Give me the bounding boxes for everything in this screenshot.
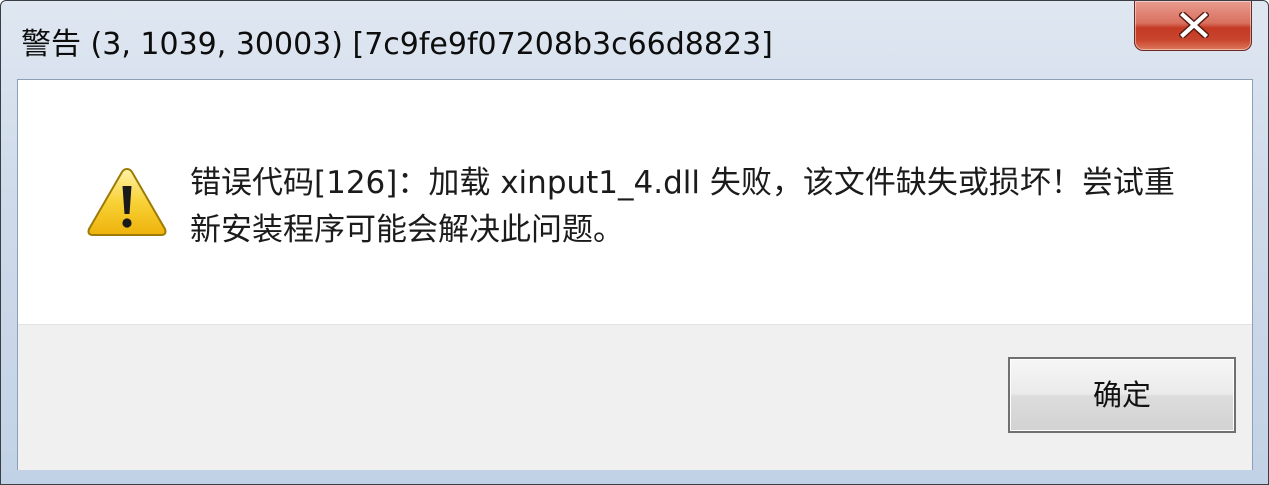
ok-button[interactable]: 确定 xyxy=(1008,357,1236,433)
dialog-client-area: 错误代码[126]：加载 xinput1_4.dll 失败，该文件缺失或损坏！尝… xyxy=(17,79,1253,470)
close-icon xyxy=(1179,12,1209,38)
title-bar[interactable]: 警告 (3, 1039, 30003) [7c9fe9f07208b3c66d8… xyxy=(1,1,1268,79)
button-bar: 确定 xyxy=(18,324,1252,470)
dialog-window: 警告 (3, 1039, 30003) [7c9fe9f07208b3c66d8… xyxy=(0,0,1269,485)
error-message: 错误代码[126]：加载 xinput1_4.dll 失败，该文件缺失或损坏！尝… xyxy=(190,165,1175,248)
window-title: 警告 (3, 1039, 30003) [7c9fe9f07208b3c66d8… xyxy=(21,27,773,62)
close-button[interactable] xyxy=(1134,1,1252,51)
message-area: 错误代码[126]：加载 xinput1_4.dll 失败，该文件缺失或损坏！尝… xyxy=(18,80,1252,324)
warning-icon xyxy=(87,167,167,236)
